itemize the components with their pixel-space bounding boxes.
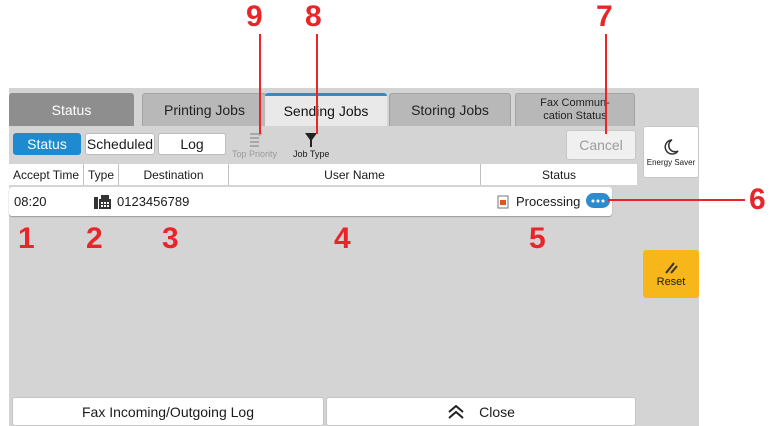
subtab-scheduled[interactable]: Scheduled bbox=[85, 133, 155, 155]
callout-5: 5 bbox=[529, 222, 546, 255]
callout-8-line bbox=[316, 34, 318, 134]
tab-sending-jobs[interactable]: Sending Jobs bbox=[265, 93, 387, 126]
callout-9: 9 bbox=[246, 0, 263, 33]
top-priority-label: Top Priority bbox=[232, 149, 278, 159]
row-destination: 0123456789 bbox=[117, 194, 190, 209]
moon-icon bbox=[664, 138, 679, 155]
close-label: Close bbox=[479, 403, 515, 420]
column-header-destination[interactable]: Destination bbox=[119, 164, 229, 185]
callout-6-line bbox=[608, 199, 745, 201]
callout-2: 2 bbox=[86, 222, 103, 255]
fax-log-button[interactable]: Fax Incoming/Outgoing Log bbox=[12, 397, 324, 426]
processing-icon bbox=[497, 187, 509, 216]
close-button[interactable]: Close bbox=[326, 397, 636, 426]
callout-8: 8 bbox=[305, 0, 322, 33]
job-type-label: Job Type bbox=[293, 149, 330, 159]
top-priority-button[interactable]: Top Priority bbox=[232, 131, 277, 159]
subtab-log[interactable]: Log bbox=[158, 133, 226, 155]
row-accept-time: 08:20 bbox=[14, 194, 47, 209]
callout-1: 1 bbox=[18, 222, 35, 255]
callout-7-line bbox=[605, 34, 607, 134]
double-chevron-up-icon bbox=[448, 404, 464, 419]
tab-fax-communication-status[interactable]: Fax Commun- cation Status bbox=[515, 93, 635, 126]
more-details-button[interactable] bbox=[586, 193, 610, 208]
energy-saver-label: Energy Saver bbox=[646, 157, 696, 167]
callout-9-line bbox=[259, 34, 261, 134]
tab-storing-jobs[interactable]: Storing Jobs bbox=[389, 93, 511, 126]
ellipsis-icon bbox=[591, 199, 605, 202]
column-header-accept-time[interactable]: Accept Time bbox=[9, 164, 84, 185]
job-type-button[interactable]: Job Type bbox=[293, 131, 329, 159]
tab-status[interactable]: Status bbox=[9, 93, 134, 126]
column-header-status[interactable]: Status bbox=[481, 164, 637, 185]
column-header-user-name[interactable]: User Name bbox=[229, 164, 481, 185]
row-status: Processing bbox=[516, 194, 581, 209]
reset-button[interactable]: Reset bbox=[643, 250, 699, 298]
callout-7: 7 bbox=[596, 0, 613, 33]
callout-4: 4 bbox=[334, 222, 351, 255]
reset-label: Reset bbox=[656, 276, 686, 288]
callout-6: 6 bbox=[749, 183, 766, 216]
cancel-button[interactable]: Cancel bbox=[566, 130, 636, 160]
callout-3: 3 bbox=[162, 222, 179, 255]
subtab-status[interactable]: Status bbox=[13, 133, 81, 155]
reset-icon bbox=[665, 262, 678, 274]
fax-icon bbox=[94, 187, 112, 216]
tab-printing-jobs[interactable]: Printing Jobs bbox=[142, 93, 267, 126]
energy-saver-button[interactable]: Energy Saver bbox=[643, 126, 699, 178]
column-header-type[interactable]: Type bbox=[84, 164, 119, 185]
